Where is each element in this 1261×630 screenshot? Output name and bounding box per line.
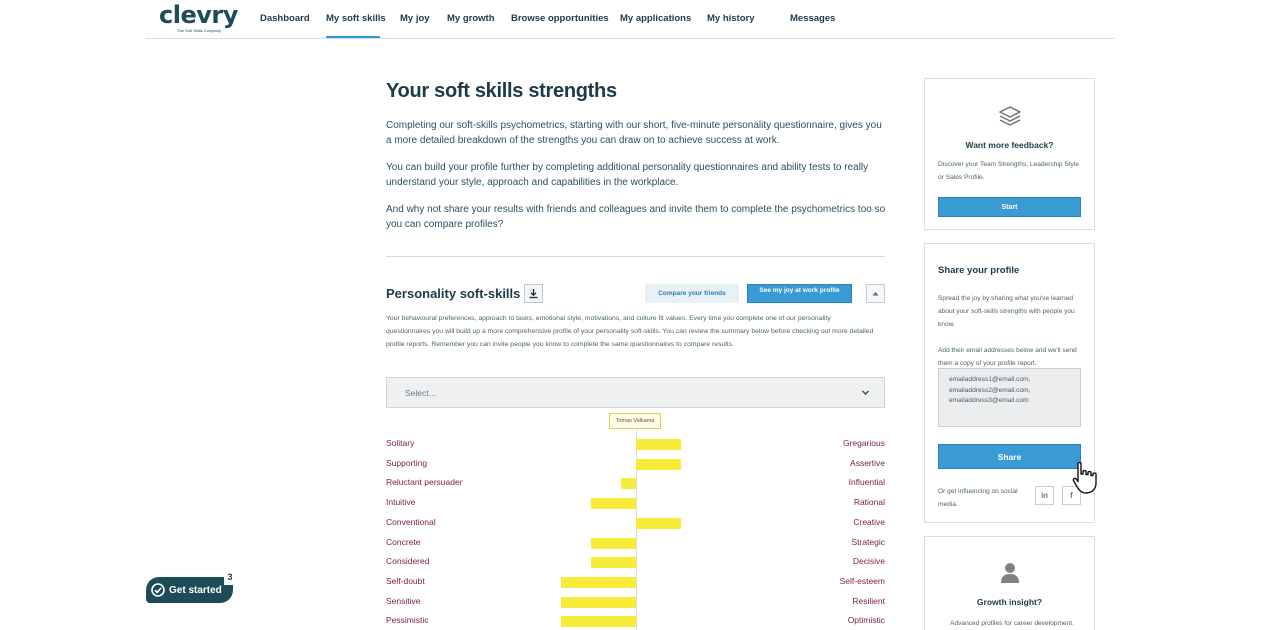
trait-right-label: Self-esteem: [839, 575, 885, 586]
hand-pointer-icon: [1072, 461, 1097, 494]
trait-bar: [591, 498, 636, 510]
chevron-up-icon: [872, 292, 879, 296]
nav-my-history[interactable]: My history: [707, 13, 755, 24]
share-text: Spread the joy by sharing what you've le…: [938, 295, 1075, 328]
trait-left-label: Conventional: [386, 516, 436, 527]
personality-description: Your behavioural preferences, approach t…: [386, 315, 874, 348]
download-icon: [529, 289, 538, 299]
nav-my-growth[interactable]: My growth: [447, 13, 495, 24]
trait-left-label: Concrete: [386, 536, 421, 547]
nav-messages[interactable]: Messages: [790, 13, 835, 24]
trait-left-label: Solitary: [386, 438, 415, 448]
share-button[interactable]: Share: [938, 444, 1081, 469]
intro-paragraph-3: And why not share your results with frie…: [386, 204, 886, 230]
trait-bar: [561, 576, 636, 588]
download-button[interactable]: [524, 284, 543, 303]
feedback-card: Want more feedback? Discover your Team S…: [924, 78, 1095, 230]
trait-left-label: Reluctant persuader: [386, 477, 463, 488]
trait-right-label: Assertive: [850, 457, 885, 468]
trait-bar: [636, 439, 681, 450]
share-title: Share your profile: [938, 265, 1020, 276]
section-divider: [386, 256, 885, 257]
trait-left-label: Intuitive: [386, 497, 416, 508]
linkedin-button[interactable]: in: [1035, 486, 1054, 505]
trait-left-label: Sensitive: [386, 595, 421, 606]
nav-active-indicator: [326, 36, 380, 38]
see-joy-profile-button[interactable]: See my joy at work profile: [747, 284, 852, 303]
trait-right-label: Gregarious: [842, 438, 885, 448]
trait-bar: [636, 517, 681, 529]
trait-right-label: Influential: [848, 477, 885, 488]
trait-left-label: Self-doubt: [386, 575, 425, 586]
trait-bar: [621, 478, 636, 490]
chevron-down-icon: [862, 390, 869, 395]
trait-left-label: Considered: [386, 556, 430, 567]
trait-bar: [561, 596, 636, 608]
share-card: Share your profile Spread the joy by sha…: [924, 243, 1095, 523]
page-title: Your soft skills strengths: [386, 80, 617, 102]
collapse-button[interactable]: [866, 284, 885, 303]
nav-my-soft-skills[interactable]: My soft skills: [326, 13, 386, 24]
trait-right-label: Rational: [853, 497, 885, 508]
select-placeholder: Select...: [405, 388, 436, 398]
get-started-button[interactable]: Get started: [146, 577, 233, 603]
compare-friends-button[interactable]: Compare your friends: [645, 284, 739, 303]
trait-left-label: Supporting: [386, 457, 428, 468]
start-button[interactable]: Start: [938, 197, 1081, 217]
nav-my-joy[interactable]: My joy: [400, 13, 430, 24]
nav-browse-opportunities[interactable]: Browse opportunities: [511, 13, 609, 24]
trait-bar: [591, 537, 636, 549]
compare-select[interactable]: Select...: [386, 377, 885, 408]
check-circle-icon: [151, 583, 165, 597]
growth-card: Growth insight? Advanced profiles for ca…: [924, 536, 1095, 630]
layers-icon: [998, 106, 1021, 126]
trait-right-label: Strategic: [851, 536, 885, 547]
trait-right-label: Optimistic: [847, 615, 885, 626]
logo-tagline: The Soft Skills Company: [177, 28, 221, 33]
growth-text: Advanced profiles for career development…: [950, 620, 1074, 627]
logo-wordmark: clevry: [159, 1, 238, 29]
get-started-count-badge: 3: [224, 572, 236, 585]
trait-left-label: Pessimistic: [386, 615, 429, 626]
trait-bar: [591, 557, 636, 569]
trait-bar: [636, 458, 681, 470]
trait-right-label: Decisive: [852, 556, 885, 567]
intro-paragraph-2: You can build your profile further by co…: [386, 162, 869, 188]
trait-bar: [561, 616, 636, 628]
trait-right-label: Creative: [853, 516, 885, 527]
nav-dashboard[interactable]: Dashboard: [260, 13, 310, 24]
share-instructions: Add their email addresses below and we'l…: [938, 347, 1077, 367]
social-text: Or get influencing on social media.: [938, 488, 1018, 508]
linkedin-icon: in: [1040, 491, 1049, 500]
feedback-title: Want more feedback?: [965, 140, 1054, 150]
feedback-text: Discover your Team Strengths, Leadership…: [938, 161, 1079, 181]
person-name-tag: Tomas Valkama: [609, 413, 661, 429]
nav-my-applications[interactable]: My applications: [620, 13, 691, 24]
trait-right-label: Resilient: [852, 595, 885, 606]
clevry-logo[interactable]: clevry The Soft Skills Company: [159, 1, 238, 33]
email-addresses-input[interactable]: emailaddress1@email.com, emailaddress2@e…: [938, 368, 1081, 427]
intro-paragraph-1: Completing our soft-skills psychometrics…: [386, 120, 882, 146]
growth-title: Growth insight?: [976, 597, 1043, 607]
person-icon: [1000, 563, 1019, 583]
personality-section-title: Personality soft-skills: [386, 286, 521, 301]
top-header: clevry The Soft Skills Company Dashboard…: [146, 0, 1115, 39]
get-started-label: Get started: [169, 584, 222, 596]
